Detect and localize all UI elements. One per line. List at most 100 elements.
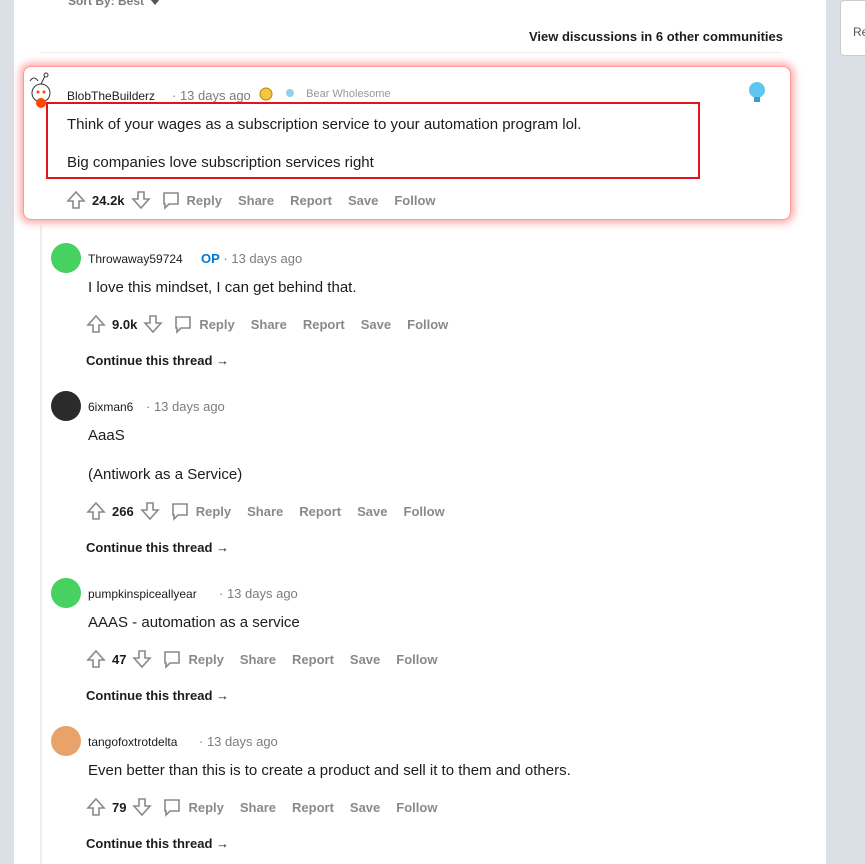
comment-actions: 79 Reply Share Report Save Follow: [86, 796, 437, 818]
continue-label: Continue this thread: [86, 688, 213, 703]
divider: [40, 52, 782, 53]
upvote-icon[interactable]: [66, 190, 86, 210]
comment-actions: 266 Reply Share Report Save Follow: [86, 500, 445, 522]
award-label: Bear Wholesome: [306, 87, 391, 100]
reply-button[interactable]: Reply: [162, 649, 224, 669]
follow-button[interactable]: Follow: [396, 652, 437, 667]
time-label[interactable]: 13 days ago: [207, 734, 278, 749]
downvote-icon[interactable]: [143, 314, 164, 334]
comment-icon: [175, 316, 192, 334]
comment-author[interactable]: pumpkinspiceallyear: [88, 587, 197, 601]
comment-icon: [162, 192, 179, 210]
save-button[interactable]: Save: [361, 317, 391, 332]
reply-label: Reply: [188, 651, 224, 667]
comment-actions: 47 Reply Share Report Save Follow: [86, 648, 437, 670]
continue-label: Continue this thread: [86, 540, 213, 555]
reply-button[interactable]: Reply: [173, 314, 235, 334]
follow-button[interactable]: Follow: [396, 800, 437, 815]
bulb-award-icon: [286, 89, 295, 97]
op-badge: OP: [201, 251, 220, 266]
continue-thread-link[interactable]: Continue this thread →: [86, 540, 229, 555]
comment-author[interactable]: Throwaway59724: [88, 252, 183, 266]
vote-count: 47: [112, 651, 127, 667]
report-button[interactable]: Report: [299, 504, 341, 519]
continue-label: Continue this thread: [86, 836, 213, 851]
arrow-right-icon: →: [216, 688, 230, 703]
reply-button[interactable]: Reply: [161, 190, 222, 210]
continue-thread-link[interactable]: Continue this thread →: [86, 688, 229, 703]
comment-meta: OP · 13 days ago: [201, 251, 303, 266]
upvote-icon[interactable]: [86, 501, 106, 521]
downvote-icon[interactable]: [132, 797, 153, 817]
vote-count: 79: [112, 799, 127, 815]
reply-label: Reply: [195, 503, 232, 519]
comment-meta: · 13 days ago: [146, 399, 225, 414]
thread-line[interactable]: [40, 225, 42, 864]
arrow-right-icon: →: [216, 836, 230, 851]
share-button[interactable]: Share: [247, 504, 283, 519]
lightbulb-icon[interactable]: [747, 80, 767, 104]
upvote-icon[interactable]: [86, 797, 106, 817]
reply-label: Reply: [186, 192, 222, 208]
comment-author[interactable]: BlobTheBuilderz: [67, 89, 155, 103]
report-button[interactable]: Report: [303, 317, 345, 332]
follow-button[interactable]: Follow: [394, 193, 435, 208]
save-button[interactable]: Save: [350, 652, 380, 667]
vote-count: 24.2k: [92, 192, 125, 208]
comment-time[interactable]: · 13 days ago: [172, 88, 251, 103]
report-button[interactable]: Report: [292, 800, 334, 815]
time-label[interactable]: 13 days ago: [154, 399, 225, 414]
upvote-icon[interactable]: [86, 649, 106, 669]
report-button[interactable]: Report: [290, 193, 332, 208]
time-label: 13 days ago: [179, 88, 251, 103]
award-icon: [259, 87, 273, 101]
sort-dropdown[interactable]: Sort By: Best: [68, 0, 161, 8]
comment-actions: 9.0k Reply Share Report Save Follow: [86, 313, 448, 335]
reply-button[interactable]: Reply: [170, 501, 231, 521]
comment-line: (Antiwork as a Service): [88, 466, 243, 483]
follow-button[interactable]: Follow: [404, 504, 445, 519]
view-discussions-link[interactable]: View discussions in 6 other communities: [529, 29, 783, 44]
save-button[interactable]: Save: [357, 504, 387, 519]
comment-line: Even better than this is to create a pro…: [88, 762, 571, 779]
continue-label: Continue this thread: [86, 353, 213, 368]
avatar[interactable]: [51, 391, 81, 421]
follow-button[interactable]: Follow: [407, 317, 448, 332]
page-background: [826, 0, 865, 864]
reply-label: Reply: [199, 316, 235, 332]
sidebar-card[interactable]: Re: [840, 0, 865, 56]
comment-author[interactable]: 6ixman6: [88, 400, 133, 414]
share-button[interactable]: Share: [240, 652, 276, 667]
comment-author[interactable]: tangofoxtrotdelta: [88, 735, 177, 749]
reply-button[interactable]: Reply: [162, 797, 224, 817]
save-button[interactable]: Save: [348, 193, 378, 208]
time-label[interactable]: 13 days ago: [231, 251, 302, 266]
comment-icon: [164, 651, 181, 669]
upvote-icon[interactable]: [86, 314, 106, 334]
continue-thread-link[interactable]: Continue this thread →: [86, 353, 229, 368]
report-button[interactable]: Report: [292, 652, 334, 667]
comment-line: I love this mindset, I can get behind th…: [88, 279, 357, 296]
awards[interactable]: Bear Wholesome: [258, 86, 391, 102]
continue-thread-link[interactable]: Continue this thread →: [86, 836, 229, 851]
sort-label: Sort By: Best: [68, 0, 145, 8]
comment-meta: · 13 days ago: [199, 734, 278, 749]
save-button[interactable]: Save: [350, 800, 380, 815]
share-button[interactable]: Share: [238, 193, 274, 208]
caret-down-icon: [150, 0, 161, 5]
avatar[interactable]: [51, 578, 81, 608]
downvote-icon[interactable]: [132, 649, 153, 669]
time-label[interactable]: 13 days ago: [227, 586, 298, 601]
downvote-icon[interactable]: [139, 501, 160, 521]
share-button[interactable]: Share: [251, 317, 287, 332]
comment-icon: [171, 503, 188, 521]
highlight-box: [46, 102, 700, 179]
downvote-icon[interactable]: [130, 190, 151, 210]
vote-count: 9.0k: [112, 316, 138, 332]
avatar[interactable]: [51, 726, 81, 756]
avatar[interactable]: [51, 243, 81, 273]
comment-meta: · 13 days ago: [219, 586, 298, 601]
arrow-right-icon: →: [216, 353, 230, 368]
share-button[interactable]: Share: [240, 800, 276, 815]
sidebar-card-label: Re: [853, 25, 865, 39]
